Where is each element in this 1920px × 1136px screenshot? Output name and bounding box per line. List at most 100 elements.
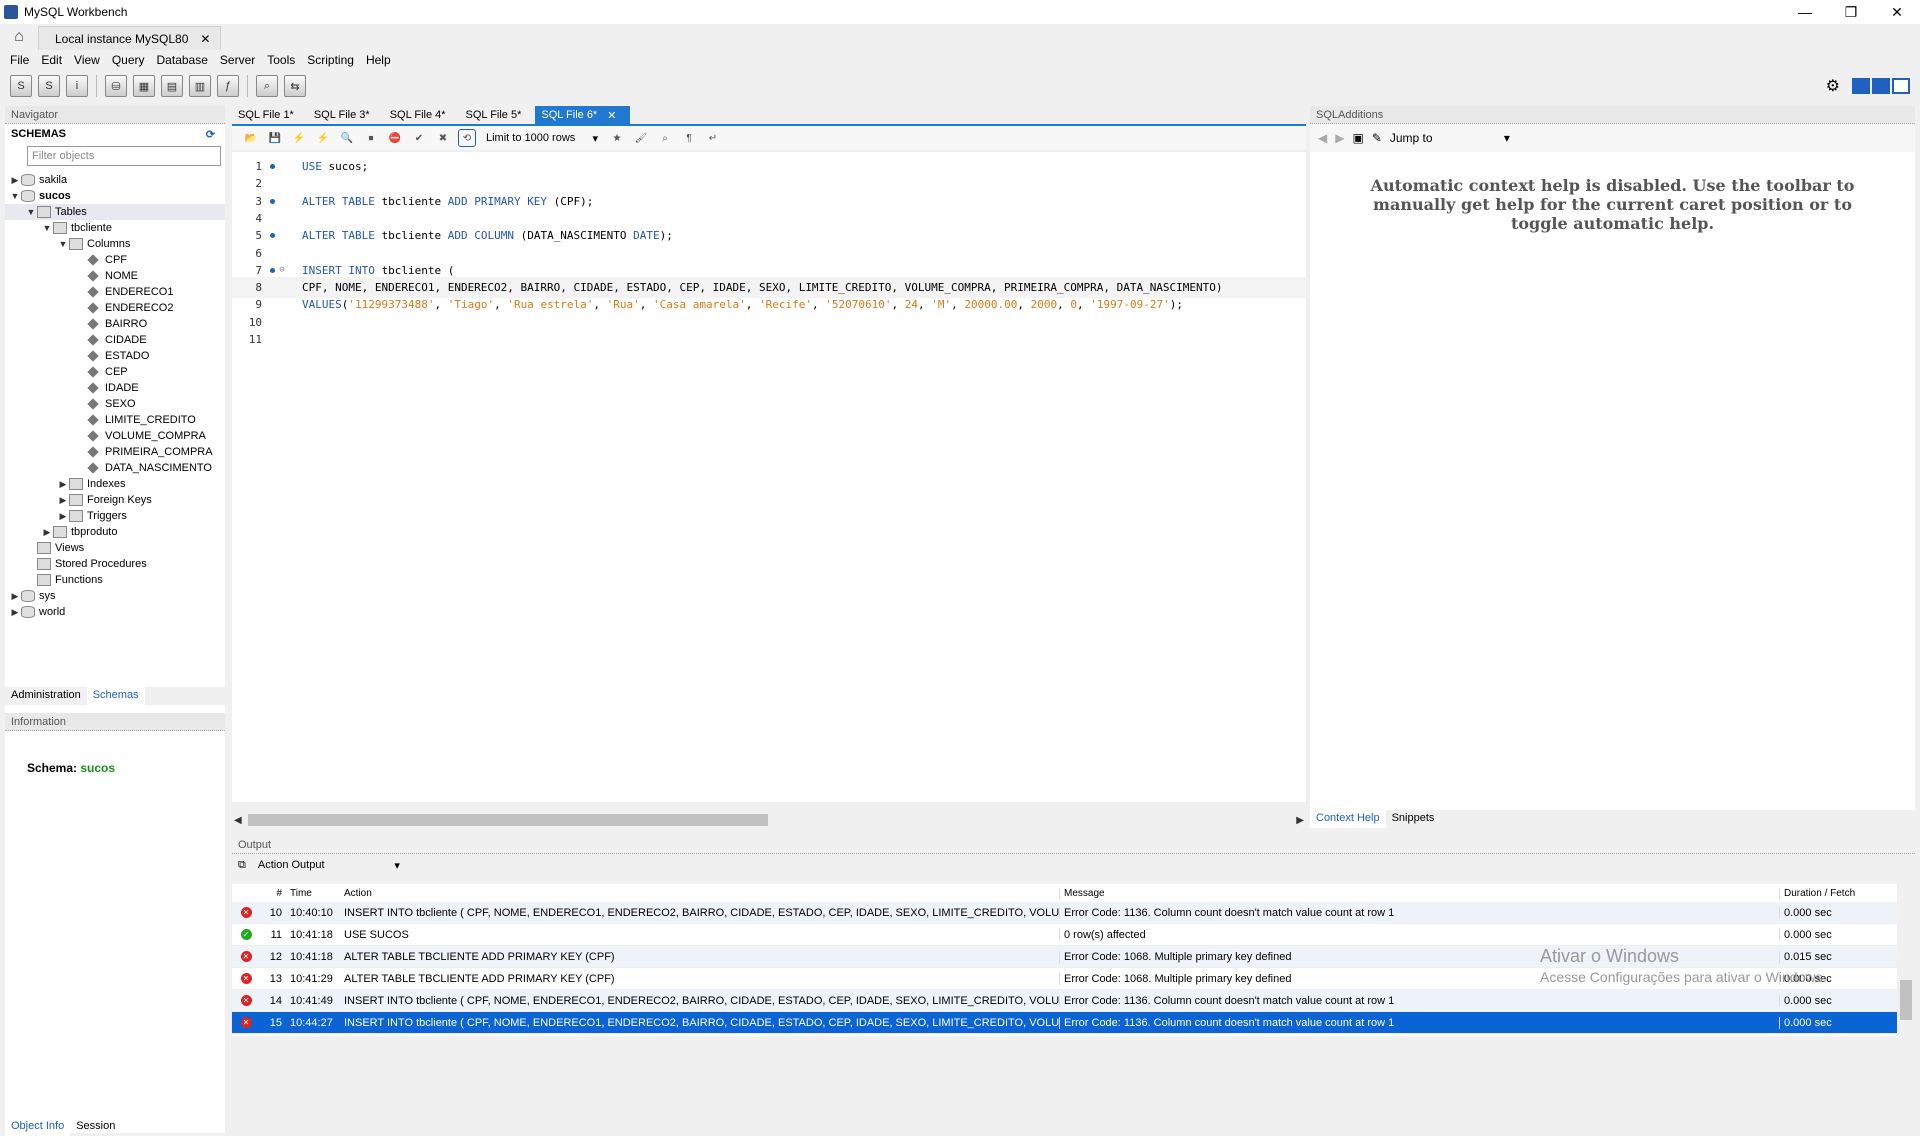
create-schema-icon[interactable]: ⛁ bbox=[105, 75, 127, 97]
fold-icon[interactable]: ⊖ bbox=[276, 265, 288, 275]
scrollbar-thumb[interactable] bbox=[1900, 980, 1912, 1020]
menu-edit[interactable]: Edit bbox=[35, 53, 68, 67]
home-icon[interactable]: ⌂ bbox=[0, 24, 38, 50]
menu-tools[interactable]: Tools bbox=[261, 53, 301, 67]
tab-administration[interactable]: Administration bbox=[5, 687, 87, 705]
menu-database[interactable]: Database bbox=[151, 53, 214, 67]
output-row[interactable]: ✕ 14 10:41:49 INSERT INTO tbcliente ( CPF, … bbox=[232, 990, 1897, 1012]
beautify-icon[interactable]: 🖌 bbox=[632, 129, 650, 147]
scroll-right-icon[interactable]: ▶ bbox=[1296, 815, 1304, 826]
column-header-message[interactable]: Message bbox=[1060, 887, 1780, 899]
tree-item[interactable]: IDADE bbox=[5, 380, 225, 396]
autocommit-icon[interactable]: ⟲ bbox=[458, 129, 476, 147]
tree-item[interactable]: ▶ tbproduto bbox=[5, 524, 225, 540]
auto-help-icon[interactable]: ✎ bbox=[1372, 131, 1382, 145]
collapse-arrow-icon[interactable]: ▼ bbox=[9, 191, 21, 201]
new-query-icon[interactable]: S bbox=[10, 75, 32, 97]
minimize-button[interactable]: — bbox=[1782, 0, 1828, 24]
expand-arrow-icon[interactable]: ▶ bbox=[57, 511, 69, 522]
vertical-scrollbar[interactable] bbox=[1897, 884, 1915, 1036]
tab-sql-file-1[interactable]: SQL File 1* bbox=[232, 106, 308, 124]
tree-item[interactable]: NOME bbox=[5, 268, 225, 284]
tree-item[interactable]: PRIMEIRA_COMPRA bbox=[5, 444, 225, 460]
stop-icon[interactable]: ⏹ bbox=[362, 129, 380, 147]
tab-sql-file-6[interactable]: SQL File 6* ✕ bbox=[535, 106, 631, 124]
toggle-navigator-icon[interactable] bbox=[1852, 78, 1870, 94]
horizontal-scrollbar[interactable]: ◀ ▶ bbox=[232, 812, 1306, 828]
tree-item[interactable]: ▶ Foreign Keys bbox=[5, 492, 225, 508]
tab-context-help[interactable]: Context Help bbox=[1310, 810, 1386, 828]
maximize-button[interactable]: ❐ bbox=[1828, 0, 1874, 24]
wrap-lines-icon[interactable]: ↵ bbox=[704, 129, 722, 147]
tree-item[interactable]: Views bbox=[5, 540, 225, 556]
tree-item[interactable]: VOLUME_COMPRA bbox=[5, 428, 225, 444]
tree-item[interactable]: ▶ Indexes bbox=[5, 476, 225, 492]
output-row[interactable]: ✓ 11 10:41:18 USE SUCOS 0 row(s) affected 0.0… bbox=[232, 924, 1897, 946]
tree-item[interactable]: ▼ sucos bbox=[5, 188, 225, 204]
refresh-icon[interactable]: ⟳ bbox=[206, 128, 215, 141]
manual-help-icon[interactable]: ▣ bbox=[1352, 131, 1363, 145]
expand-arrow-icon[interactable]: ▶ bbox=[57, 495, 69, 506]
tree-item[interactable]: ▼ Columns bbox=[5, 236, 225, 252]
tab-sql-file-5[interactable]: SQL File 5* bbox=[460, 106, 536, 124]
tab-object-info[interactable]: Object Info bbox=[5, 1118, 71, 1136]
save-icon[interactable]: 💾 bbox=[266, 129, 284, 147]
menu-help[interactable]: Help bbox=[360, 53, 397, 67]
menu-file[interactable]: File bbox=[4, 53, 35, 67]
commit-icon[interactable]: ✔ bbox=[410, 129, 428, 147]
close-button[interactable]: ✕ bbox=[1874, 0, 1920, 24]
toggle-output-icon[interactable] bbox=[1872, 78, 1890, 94]
tree-item[interactable]: DATA_NASCIMENTO bbox=[5, 460, 225, 476]
tree-item[interactable]: ENDERECO1 bbox=[5, 284, 225, 300]
menu-query[interactable]: Query bbox=[106, 53, 151, 67]
collapse-arrow-icon[interactable]: ▼ bbox=[25, 207, 37, 217]
filter-objects-input[interactable]: Filter objects bbox=[27, 146, 221, 166]
toggle-error-icon[interactable]: ⛔ bbox=[386, 129, 404, 147]
tab-session[interactable]: Session bbox=[70, 1118, 121, 1136]
collapse-arrow-icon[interactable]: ▼ bbox=[41, 223, 53, 233]
tree-item[interactable]: Stored Procedures bbox=[5, 556, 225, 572]
tree-item[interactable]: ENDERECO2 bbox=[5, 300, 225, 316]
tree-item[interactable]: CPF bbox=[5, 252, 225, 268]
tree-item[interactable]: ESTADO bbox=[5, 348, 225, 364]
connection-tab[interactable]: Local instance MySQL80 ✕ bbox=[38, 26, 222, 50]
menu-server[interactable]: Server bbox=[214, 53, 261, 67]
menu-view[interactable]: View bbox=[68, 53, 106, 67]
scroll-left-icon[interactable]: ◀ bbox=[234, 815, 242, 826]
column-header-time[interactable]: Time bbox=[286, 888, 340, 899]
scrollbar-thumb[interactable] bbox=[248, 814, 768, 826]
column-header-duration[interactable]: Duration / Fetch bbox=[1780, 888, 1890, 899]
expand-arrow-icon[interactable]: ▶ bbox=[9, 591, 21, 602]
output-row[interactable]: ✕ 10 10:40:10 INSERT INTO tbcliente ( CPF, … bbox=[232, 902, 1897, 924]
menu-scripting[interactable]: Scripting bbox=[301, 53, 360, 67]
tab-sql-file-4[interactable]: SQL File 4* bbox=[384, 106, 460, 124]
rollback-icon[interactable]: ✖ bbox=[434, 129, 452, 147]
expand-arrow-icon[interactable]: ▶ bbox=[57, 479, 69, 490]
open-file-icon[interactable]: 📂 bbox=[242, 129, 260, 147]
copy-icon[interactable]: ⧉ bbox=[238, 859, 246, 872]
column-header-action[interactable]: Action bbox=[340, 887, 1060, 899]
toggle-sidebar-icon[interactable] bbox=[1892, 78, 1910, 94]
create-view-icon[interactable]: ▤ bbox=[161, 75, 183, 97]
tree-item[interactable]: ▶ world bbox=[5, 604, 225, 620]
jump-to-select[interactable]: Jump to ▾ bbox=[1390, 131, 1510, 145]
tree-item[interactable]: ▶ sys bbox=[5, 588, 225, 604]
explain-icon[interactable]: 🔍 bbox=[338, 129, 356, 147]
tree-item[interactable]: ▶ sakila bbox=[5, 172, 225, 188]
expand-arrow-icon[interactable]: ▶ bbox=[41, 527, 53, 538]
collapse-arrow-icon[interactable]: ▼ bbox=[57, 239, 69, 249]
tree-item[interactable]: CIDADE bbox=[5, 332, 225, 348]
open-sql-icon[interactable]: S bbox=[38, 75, 60, 97]
tree-item[interactable]: LIMITE_CREDITO bbox=[5, 412, 225, 428]
tree-item[interactable]: Functions bbox=[5, 572, 225, 588]
forward-icon[interactable]: ▶ bbox=[1335, 131, 1344, 145]
tree-item[interactable]: ▶ Triggers bbox=[5, 508, 225, 524]
back-icon[interactable]: ◀ bbox=[1318, 131, 1327, 145]
tree-item[interactable]: BAIRRO bbox=[5, 316, 225, 332]
find-icon[interactable]: ⌕ bbox=[656, 129, 674, 147]
tree-item[interactable]: SEXO bbox=[5, 396, 225, 412]
tab-snippets[interactable]: Snippets bbox=[1386, 810, 1441, 828]
tree-item[interactable]: ▼ Tables bbox=[5, 204, 225, 220]
create-table-icon[interactable]: ▦ bbox=[133, 75, 155, 97]
create-function-icon[interactable]: ƒ bbox=[217, 75, 239, 97]
